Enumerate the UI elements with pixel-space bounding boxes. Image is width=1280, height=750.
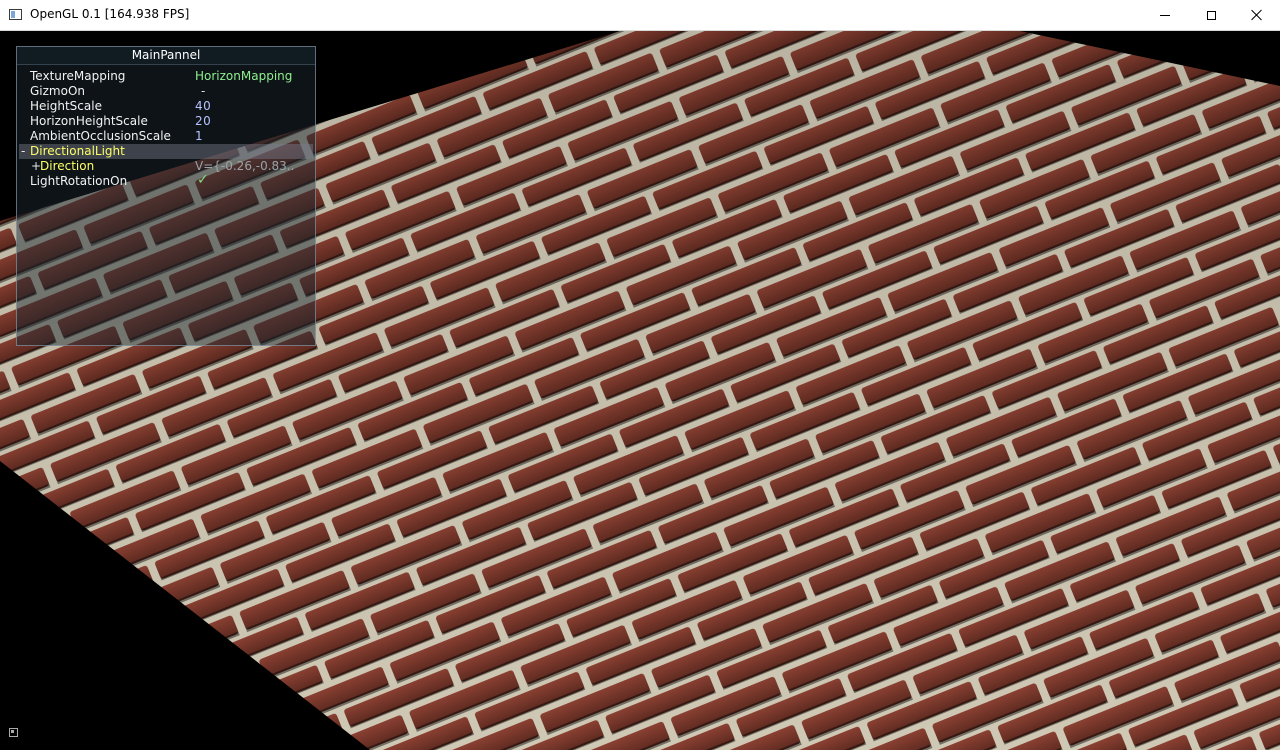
row-height-scale[interactable]: HeightScale 40 [17, 99, 315, 114]
panel-title[interactable]: MainPannel [17, 47, 315, 65]
close-button[interactable] [1234, 0, 1280, 30]
render-viewport[interactable]: MainPannel TextureMapping HorizonMapping… [0, 31, 1280, 750]
main-panel[interactable]: MainPannel TextureMapping HorizonMapping… [16, 46, 316, 346]
collapse-icon[interactable]: - [21, 144, 25, 159]
resize-grip-icon[interactable] [9, 728, 18, 737]
row-directional-light[interactable]: - DirectionalLight [17, 144, 315, 159]
ambient-occlusion-scale-input[interactable]: 1 [195, 129, 203, 144]
window-title: OpenGL 0.1 [164.938 FPS] [30, 7, 190, 21]
texture-mapping-combo[interactable]: HorizonMapping [195, 69, 292, 84]
maximize-icon [1206, 10, 1216, 20]
row-light-rotation-on[interactable]: LightRotationOn ✓ [17, 173, 315, 189]
height-scale-label: HeightScale [30, 99, 102, 113]
row-direction[interactable]: + Direction V={-0.26,-0.83.. [17, 159, 315, 174]
light-rotation-on-label: LightRotationOn [30, 174, 128, 188]
checkmark-icon[interactable]: ✓ [197, 173, 209, 188]
row-ambient-occlusion-scale[interactable]: AmbientOcclusionScale 1 [17, 129, 315, 144]
gizmo-on-checkbox[interactable]: - [201, 84, 205, 99]
window-title-bar[interactable]: OpenGL 0.1 [164.938 FPS] [0, 0, 1280, 31]
horizon-height-scale-input[interactable]: 20 [195, 114, 211, 129]
height-scale-input[interactable]: 40 [195, 99, 211, 114]
app-window-icon[interactable] [9, 9, 22, 20]
direction-vector-value[interactable]: V={-0.26,-0.83.. [195, 159, 294, 174]
directional-light-tree-node[interactable]: DirectionalLight [30, 144, 125, 159]
direction-tree-node[interactable]: Direction [40, 159, 94, 174]
maximize-button[interactable] [1188, 0, 1234, 30]
ambient-occlusion-scale-label: AmbientOcclusionScale [30, 129, 171, 143]
minimize-icon [1160, 14, 1170, 16]
row-texture-mapping[interactable]: TextureMapping HorizonMapping [17, 69, 315, 84]
minimize-button[interactable] [1142, 0, 1188, 30]
row-gizmo-on[interactable]: GizmoOn - [17, 84, 315, 99]
texture-mapping-label: TextureMapping [30, 69, 126, 83]
row-horizon-height-scale[interactable]: HorizonHeightScale 20 [17, 114, 315, 129]
close-icon [1251, 9, 1263, 21]
gizmo-on-label: GizmoOn [30, 84, 86, 98]
horizon-height-scale-label: HorizonHeightScale [30, 114, 148, 128]
